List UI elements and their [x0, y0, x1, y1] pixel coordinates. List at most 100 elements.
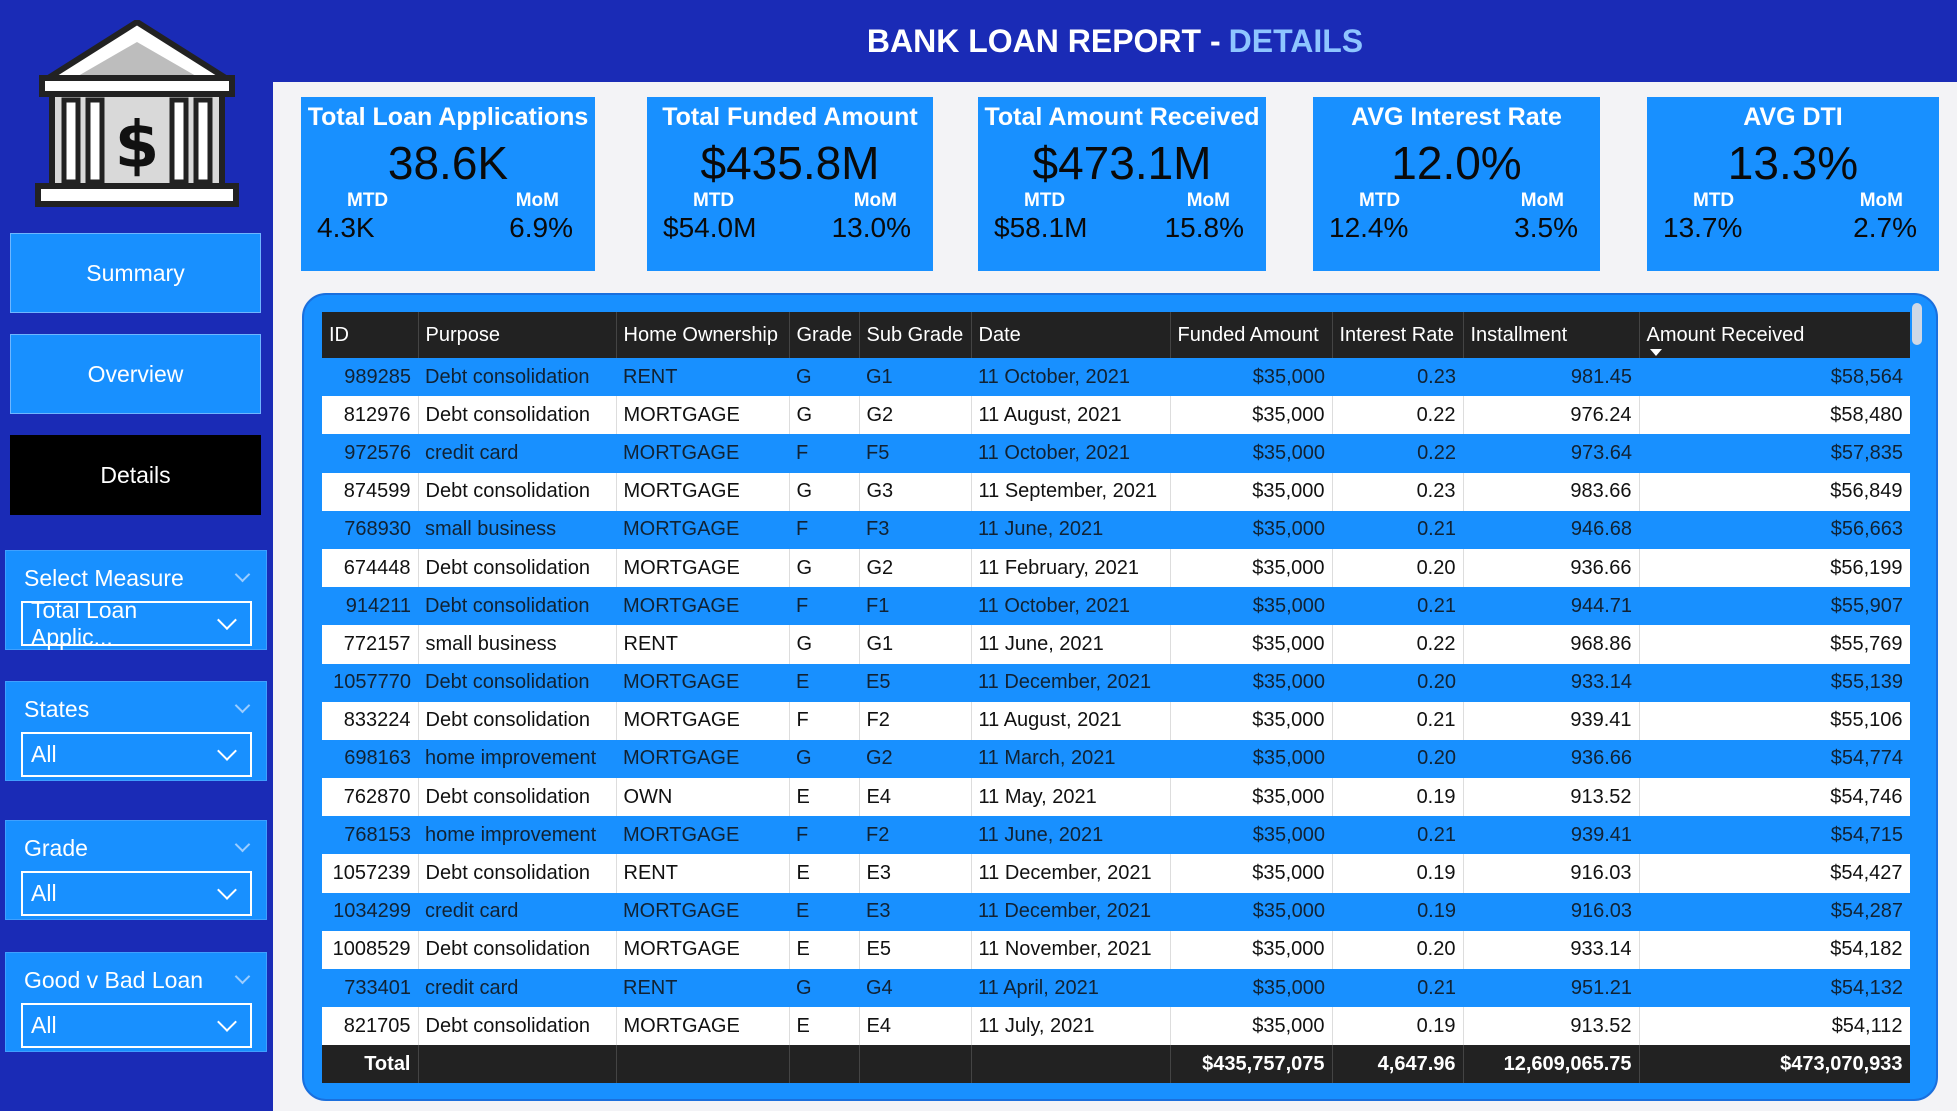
- kpi-mom-value: 6.9%: [509, 212, 573, 243]
- nav-details-button[interactable]: Details: [10, 435, 261, 515]
- table-cell: G1: [859, 358, 971, 397]
- page-header: BANK LOAN REPORT - DETAILS: [273, 0, 1957, 82]
- details-table[interactable]: ID Purpose Home Ownership Grade Sub Grade Dat…: [322, 312, 1910, 1085]
- table-cell: RENT: [616, 969, 789, 1008]
- kpi-mtd-value: 13.7%: [1663, 212, 1743, 243]
- chevron-down-icon: [217, 879, 237, 900]
- column-header[interactable]: Installment: [1463, 312, 1640, 358]
- column-header[interactable]: Amount Received: [1639, 312, 1910, 358]
- column-header[interactable]: Grade: [789, 312, 860, 358]
- chevron-down-icon[interactable]: [236, 841, 250, 855]
- states-dropdown[interactable]: All: [21, 732, 252, 777]
- table-row[interactable]: 762870 Debt consolidation OWN E E4 11 May, 20…: [322, 778, 1910, 817]
- chevron-down-icon[interactable]: [236, 973, 250, 987]
- column-header[interactable]: Purpose: [418, 312, 617, 358]
- kpi-mtd-label: MTD: [693, 190, 735, 211]
- table-scrollbar[interactable]: [1912, 303, 1922, 345]
- column-header[interactable]: Date: [971, 312, 1171, 358]
- kpi-title: Total Amount Received: [984, 103, 1260, 131]
- column-header[interactable]: Home Ownership: [616, 312, 790, 358]
- table-cell: Debt consolidation: [418, 930, 617, 969]
- table-cell: 11 August, 2021: [971, 396, 1171, 435]
- table-cell: 913.52: [1463, 1007, 1640, 1046]
- table-cell: F5: [859, 434, 971, 473]
- table-cell: 1034299: [322, 892, 418, 931]
- good-bad-loan-dropdown[interactable]: All: [21, 1003, 252, 1048]
- table-cell: MORTGAGE: [616, 663, 789, 702]
- table-cell: F: [789, 816, 859, 855]
- kpi-mom-value: 3.5%: [1514, 212, 1578, 243]
- table-row[interactable]: 768930 small business MORTGAGE F F3 11 June, …: [322, 510, 1910, 549]
- table-cell: $35,000: [1170, 1007, 1333, 1046]
- table-cell: 11 June, 2021: [971, 625, 1171, 664]
- table-cell: MORTGAGE: [616, 587, 789, 626]
- kpi-mom-label: MoM: [1186, 190, 1230, 211]
- table-cell: 972576: [322, 434, 418, 473]
- table-row[interactable]: 698163 home improvement MORTGAGE G G2 11 Marc…: [322, 739, 1910, 779]
- table-cell: small business: [418, 625, 617, 664]
- column-header[interactable]: Funded Amount: [1170, 312, 1333, 358]
- table-row[interactable]: 989285 Debt consolidation RENT G G1 11 Octobe…: [322, 358, 1910, 397]
- kpi-card-avg-interest-rate: AVG Interest Rate 12.0% MTD MoM 12.4% 3.5%: [1313, 97, 1600, 271]
- table-row[interactable]: 972576 credit card MORTGAGE F F5 11 October, …: [322, 434, 1910, 473]
- table-row[interactable]: 674448 Debt consolidation MORTGAGE G G2 11 Fe…: [322, 548, 1910, 588]
- kpi-mom-label: MoM: [1859, 190, 1903, 211]
- chevron-down-icon: [217, 1011, 237, 1032]
- table-cell: 983.66: [1463, 472, 1640, 511]
- table-cell: 939.41: [1463, 816, 1639, 855]
- table-cell: $55,139: [1639, 663, 1910, 702]
- table-cell: credit card: [418, 892, 616, 931]
- table-cell: 0.20: [1332, 739, 1463, 779]
- table-cell: 1057239: [322, 854, 419, 893]
- slicer-label: States: [24, 695, 90, 722]
- table-cell: 916.03: [1463, 854, 1640, 893]
- table-row[interactable]: 1057239 Debt consolidation RENT E E3 11 Decem…: [322, 854, 1910, 893]
- table-cell: 973.64: [1463, 434, 1639, 473]
- table-row[interactable]: 733401 credit card RENT G G4 11 April, 2021 $3…: [322, 969, 1910, 1008]
- table-cell: RENT: [616, 854, 790, 893]
- column-header[interactable]: Sub Grade: [859, 312, 972, 358]
- total-cell: [789, 1045, 860, 1084]
- table-cell: $35,000: [1170, 892, 1332, 931]
- table-row[interactable]: 812976 Debt consolidation MORTGAGE G G2 11 Au…: [322, 396, 1910, 435]
- table-cell: MORTGAGE: [616, 739, 789, 779]
- table-row[interactable]: 914211 Debt consolidation MORTGAGE F F1 11 Oc…: [322, 587, 1910, 626]
- table-cell: 916.03: [1463, 892, 1639, 931]
- column-header[interactable]: Interest Rate: [1332, 312, 1464, 358]
- table-cell: $57,835: [1639, 434, 1910, 473]
- table-cell: 11 April, 2021: [971, 969, 1170, 1008]
- table-row[interactable]: 1057770 Debt consolidation MORTGAGE E E5 11 D…: [322, 663, 1910, 702]
- kpi-mom-label: MoM: [1520, 190, 1564, 211]
- chevron-down-icon[interactable]: [236, 702, 250, 716]
- kpi-mom-value: 15.8%: [1164, 212, 1244, 243]
- table-total-row: Total $435,757,075 4,647.96 12,609,065.75 $4…: [322, 1045, 1910, 1084]
- table-row[interactable]: 772157 small business RENT G G1 11 June, 2021…: [322, 625, 1910, 664]
- table-cell: Debt consolidation: [418, 587, 616, 626]
- table-cell: F: [789, 587, 859, 626]
- nav-overview-button[interactable]: Overview: [10, 334, 261, 414]
- table-row[interactable]: 768153 home improvement MORTGAGE F F2 11 June…: [322, 816, 1910, 855]
- kpi-value: 12.0%: [1391, 137, 1522, 189]
- kpi-card-avg-dti: AVG DTI 13.3% MTD MoM 13.7% 2.7%: [1647, 97, 1939, 271]
- chevron-down-icon[interactable]: [236, 571, 250, 585]
- select-measure-dropdown[interactable]: Total Loan Applic...: [21, 597, 252, 650]
- table-cell: E: [789, 854, 860, 893]
- column-header[interactable]: ID: [322, 312, 419, 358]
- table-cell: $35,000: [1170, 739, 1332, 779]
- table-row[interactable]: 1008529 Debt consolidation MORTGAGE E E5 11 N…: [322, 930, 1910, 969]
- grade-dropdown[interactable]: All: [21, 871, 252, 916]
- table-cell: $35,000: [1170, 816, 1332, 855]
- table-cell: 936.66: [1463, 548, 1640, 588]
- table-row[interactable]: 1034299 credit card MORTGAGE E E3 11 December…: [322, 892, 1910, 931]
- nav-summary-button[interactable]: Summary: [10, 233, 261, 313]
- table-cell: $58,480: [1639, 396, 1910, 435]
- table-row[interactable]: 821705 Debt consolidation MORTGAGE E E4 11 Ju…: [322, 1007, 1910, 1046]
- table-row[interactable]: 833224 Debt consolidation MORTGAGE F F2 11 Au…: [322, 701, 1910, 740]
- table-cell: 1057770: [322, 663, 418, 702]
- table-row[interactable]: 874599 Debt consolidation MORTGAGE G G3 11 Se…: [322, 472, 1910, 511]
- table-cell: MORTGAGE: [616, 930, 790, 969]
- kpi-mtd-label: MTD: [1359, 190, 1401, 211]
- kpi-value: $473.1M: [1032, 137, 1212, 189]
- table-cell: 11 February, 2021: [971, 548, 1171, 588]
- table-cell: F: [789, 434, 859, 473]
